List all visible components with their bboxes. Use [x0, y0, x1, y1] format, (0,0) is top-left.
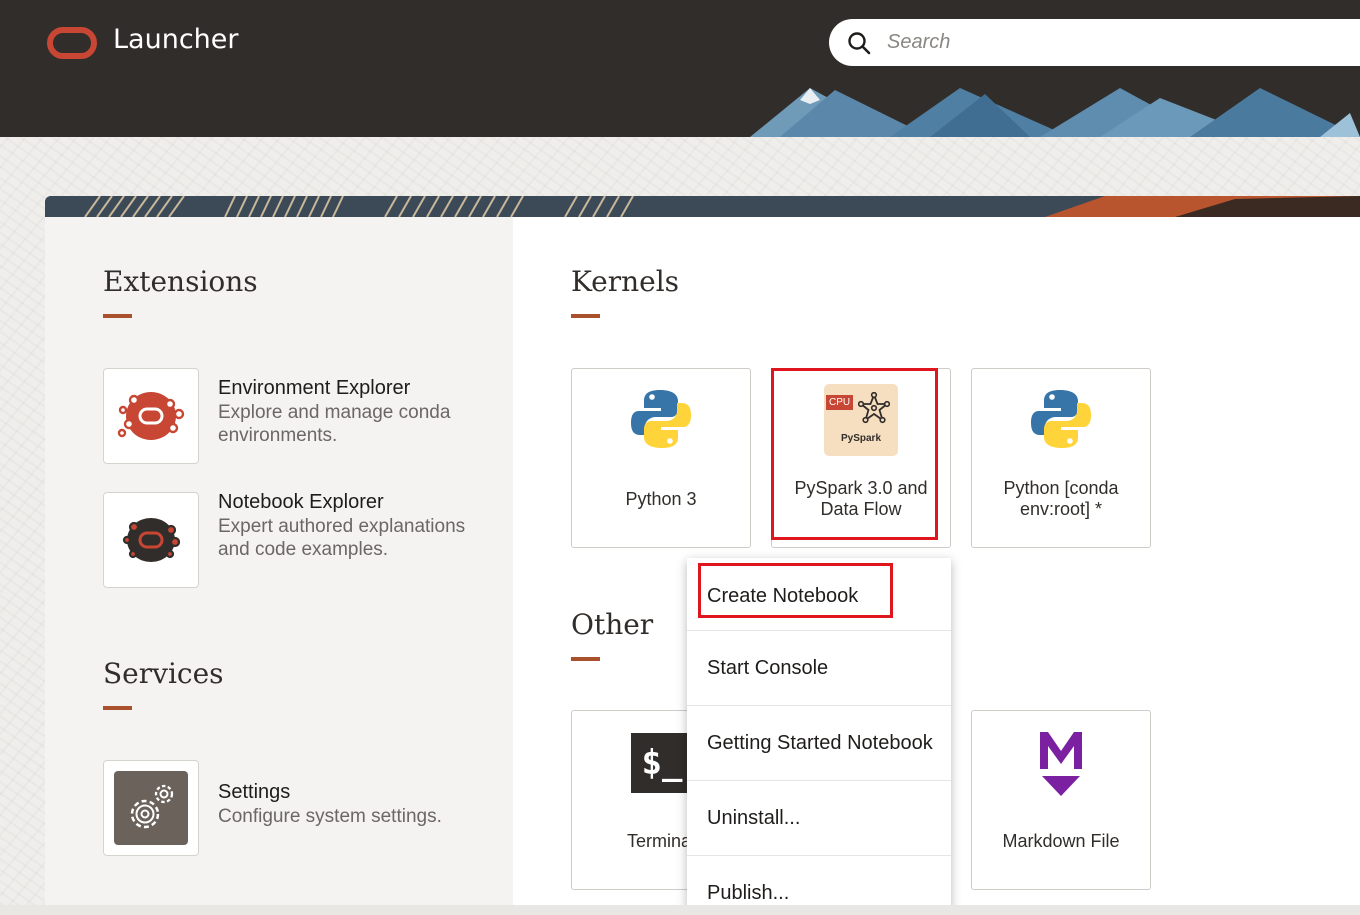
settings-card[interactable]: Settings Configure system settings. — [218, 781, 488, 828]
environment-explorer-tile[interactable] — [103, 368, 199, 464]
menu-item-label: Getting Started Notebook — [707, 731, 933, 754]
environment-explorer-title: Environment Explorer — [218, 377, 411, 399]
kernel-card-python-3[interactable]: Python 3 — [571, 368, 751, 548]
settings-tile[interactable] — [103, 760, 199, 856]
notebook-explorer-title: Notebook Explorer — [218, 491, 384, 513]
pyspark-highlight-box — [771, 368, 938, 540]
markdown-label: Markdown File — [1002, 831, 1120, 851]
decorative-banner — [45, 196, 1360, 217]
search-box[interactable] — [829, 19, 1360, 66]
extensions-heading-rule — [103, 314, 132, 318]
kernels-heading: Kernels — [571, 265, 680, 298]
app-title: Launcher — [113, 24, 239, 55]
kernels-heading-rule — [571, 314, 600, 318]
notebook-explorer-description: Expert authored explanations and code ex… — [218, 516, 466, 560]
notebook-explorer-card[interactable]: Notebook Explorer Expert authored explan… — [218, 491, 488, 561]
services-heading-rule — [103, 706, 132, 710]
settings-title: Settings — [218, 781, 291, 803]
python-icon — [631, 390, 691, 448]
menu-item-label: Publish... — [707, 881, 790, 904]
menu-item-label: Uninstall... — [707, 806, 801, 829]
kernel-label-python-3: Python 3 — [625, 489, 697, 509]
search-icon — [848, 31, 871, 54]
python-icon — [1031, 390, 1091, 448]
menu-item-uninstall[interactable]: Uninstall... — [687, 781, 951, 856]
menu-item-label: Start Console — [707, 656, 829, 679]
notebook-explorer-tile[interactable] — [103, 492, 199, 588]
mountain-banner-graphic — [750, 88, 1360, 137]
markdown-icon — [1040, 732, 1082, 796]
create-notebook-highlight-box — [698, 563, 893, 618]
other-heading-rule — [571, 657, 600, 661]
environment-explorer-icon — [117, 392, 185, 440]
services-heading: Services — [103, 657, 224, 690]
kernel-card-python-conda[interactable]: Python [conda env:root] * — [971, 368, 1151, 548]
kernel-label-python-conda: Python [conda env:root] * — [1003, 478, 1119, 519]
extensions-heading: Extensions — [103, 265, 258, 298]
terminal-icon: $_ — [631, 733, 693, 793]
oracle-logo-icon[interactable] — [47, 27, 97, 59]
notebook-explorer-icon — [122, 518, 181, 562]
other-heading: Other — [571, 608, 654, 641]
gear-icon — [114, 771, 188, 845]
environment-explorer-description: Explore and manage conda environments. — [218, 402, 451, 446]
search-input[interactable] — [887, 31, 1287, 54]
markdown-card[interactable]: Markdown File — [971, 710, 1151, 890]
settings-description: Configure system settings. — [218, 806, 442, 827]
environment-explorer-card[interactable]: Environment Explorer Explore and manage … — [218, 377, 488, 447]
menu-item-getting-started-notebook[interactable]: Getting Started Notebook — [687, 706, 951, 781]
menu-item-start-console[interactable]: Start Console — [687, 631, 951, 706]
bottom-status-strip — [0, 905, 1360, 915]
top-bar: Launcher — [0, 0, 1360, 137]
